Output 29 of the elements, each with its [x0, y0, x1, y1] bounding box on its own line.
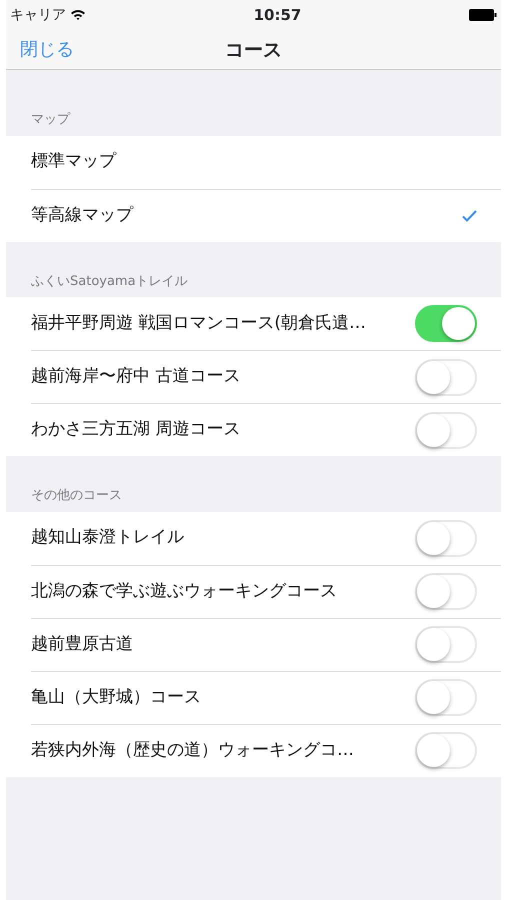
wifi-icon [70, 9, 86, 21]
row-label: 越知山泰澄トレイル [31, 526, 184, 550]
section-header: マップ [30, 111, 72, 129]
row-label: 標準マップ [31, 150, 116, 174]
nav-title: コース [225, 38, 282, 63]
row-label: 越前海岸〜府中 古道コース [31, 365, 240, 388]
toggle-switch[interactable] [415, 305, 477, 342]
row-label: わかさ三方五湖 周遊コース [31, 418, 240, 442]
carrier-label: キャリア [10, 6, 66, 24]
clock-time: 10:57 [254, 4, 302, 26]
toggle-row[interactable]: わかさ三方五湖 周遊コース [6, 403, 501, 456]
battery-icon [469, 9, 497, 21]
row-label: 亀山（大野城）コース [31, 686, 201, 709]
row-label: 若狭内外海（歴史の道）ウォーキングコ… [31, 738, 354, 762]
section-header: その他のコース [30, 487, 123, 505]
toggle-row[interactable]: 福井平野周遊 戦国ロマンコース(朝倉氏遺… [6, 297, 501, 350]
toggle-row[interactable]: 越前海岸〜府中 古道コース [6, 350, 501, 403]
section-header: ふくいSatoyamaトレイル [30, 272, 189, 290]
toggle-row[interactable]: 越前豊原古道 [6, 618, 501, 670]
option-row[interactable]: 標準マップ [6, 136, 501, 188]
toggle-row[interactable]: 若狭内外海（歴史の道）ウォーキングコ… [6, 724, 501, 776]
toggle-row[interactable]: 越知山泰澄トレイル [6, 512, 501, 564]
row-label: 北潟の森で学ぶ遊ぶウォーキングコース [31, 580, 337, 603]
row-label: 越前豊原古道 [31, 632, 133, 656]
row-label: 等高線マップ [31, 204, 133, 227]
toggle-row[interactable]: 亀山（大野城）コース [6, 670, 501, 724]
row-label: 福井平野周遊 戦国ロマンコース(朝倉氏遺… [31, 312, 366, 335]
option-row[interactable]: 等高線マップ [6, 188, 501, 242]
toggle-row[interactable]: 北潟の森で学ぶ遊ぶウォーキングコース [6, 564, 501, 618]
